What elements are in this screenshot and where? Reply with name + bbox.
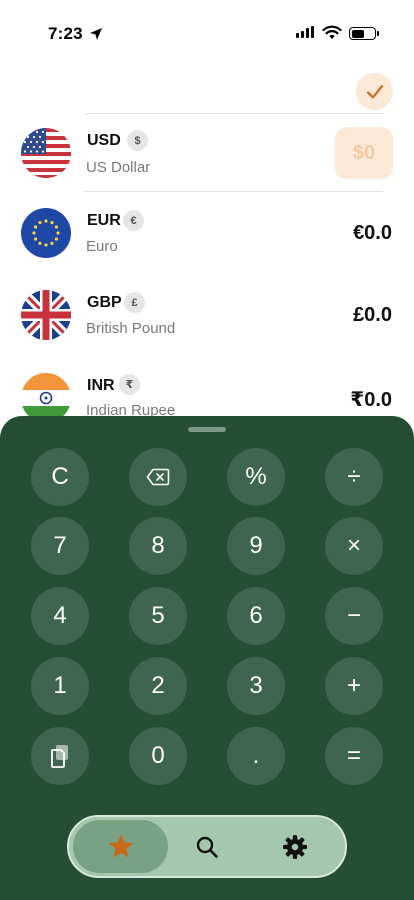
tab-bar xyxy=(67,815,347,878)
key-label: 6 xyxy=(249,602,263,629)
key-backspace[interactable] xyxy=(129,448,187,506)
tab-settings[interactable] xyxy=(267,820,323,873)
converter-screen: 7:23 USD $ US Dollar $0 EUR € Euro €0.0 … xyxy=(0,0,414,900)
key-divide[interactable]: ÷ xyxy=(325,448,383,506)
key-label: 7 xyxy=(53,532,67,559)
currency-amount: £0.0 xyxy=(353,304,392,326)
key-1[interactable]: 1 xyxy=(31,657,89,715)
currency-code: INR xyxy=(87,377,115,394)
key-label: 4 xyxy=(53,602,67,629)
currency-row-eur[interactable]: EUR € Euro €0.0 xyxy=(0,193,414,273)
currency-name: British Pound xyxy=(86,320,176,337)
cellular-signal-icon xyxy=(296,26,314,38)
star-icon xyxy=(108,834,133,858)
eu-flag-icon xyxy=(21,208,71,258)
key-label: . xyxy=(252,742,260,769)
key-minus[interactable]: − xyxy=(325,587,383,645)
battery-icon xyxy=(349,27,376,40)
key-6[interactable]: 6 xyxy=(227,587,285,645)
key-paste[interactable] xyxy=(31,727,89,785)
key-label: 2 xyxy=(151,672,165,699)
search-icon xyxy=(196,836,218,858)
status-time: 7:23 xyxy=(48,24,83,43)
key-5[interactable]: 5 xyxy=(129,587,187,645)
key-0[interactable]: 0 xyxy=(129,727,187,785)
currency-row-gbp[interactable]: GBP £ British Pound £0.0 xyxy=(0,275,414,355)
key-clear[interactable]: C xyxy=(31,448,89,506)
key-multiply[interactable]: × xyxy=(325,517,383,575)
drag-handle[interactable] xyxy=(188,427,226,432)
key-3[interactable]: 3 xyxy=(227,657,285,715)
currency-code: EUR xyxy=(87,212,121,229)
key-9[interactable]: 9 xyxy=(227,517,285,575)
key-label: − xyxy=(346,602,361,629)
currency-amount: €0.0 xyxy=(353,222,392,244)
key-decimal[interactable]: . xyxy=(227,727,285,785)
wifi-icon xyxy=(322,25,342,39)
key-2[interactable]: 2 xyxy=(129,657,187,715)
status-bar: 7:23 xyxy=(0,0,414,66)
key-label: 1 xyxy=(53,672,67,699)
key-label: 8 xyxy=(151,532,165,559)
key-label: 9 xyxy=(249,532,263,559)
location-arrow-icon xyxy=(90,28,102,40)
currency-amount: ₹0.0 xyxy=(350,389,392,411)
key-label: 5 xyxy=(151,602,165,629)
currency-code: USD xyxy=(87,132,121,149)
currency-symbol-badge: £ xyxy=(124,292,145,313)
currency-code: GBP xyxy=(87,294,122,311)
key-label: C xyxy=(51,463,69,490)
checkmark-icon xyxy=(366,84,383,99)
key-7[interactable]: 7 xyxy=(31,517,89,575)
active-amount-field[interactable]: $0 xyxy=(335,127,393,179)
clipboard-paste-icon xyxy=(51,745,68,768)
backspace-icon xyxy=(146,468,170,486)
battery-tip xyxy=(377,31,379,36)
us-flag-icon xyxy=(21,128,71,178)
tab-favorites[interactable] xyxy=(73,820,168,873)
key-plus[interactable]: + xyxy=(325,657,383,715)
key-label: ÷ xyxy=(347,463,361,490)
currency-symbol-badge: $ xyxy=(127,130,148,151)
key-label: = xyxy=(346,742,361,769)
currency-name: US Dollar xyxy=(86,159,151,176)
key-equals[interactable]: = xyxy=(325,727,383,785)
key-label: 3 xyxy=(249,672,263,699)
gear-icon xyxy=(283,834,307,859)
key-label: + xyxy=(346,672,361,699)
key-8[interactable]: 8 xyxy=(129,517,187,575)
currency-symbol-badge: ₹ xyxy=(119,374,140,395)
currency-amount: $0 xyxy=(352,141,376,164)
currency-name: Euro xyxy=(86,238,118,255)
confirm-button[interactable] xyxy=(356,73,393,110)
key-label: × xyxy=(346,532,361,559)
key-label: 0 xyxy=(151,742,165,769)
tab-search[interactable] xyxy=(179,820,235,873)
uk-flag-icon xyxy=(21,290,71,340)
currency-symbol-badge: € xyxy=(123,210,144,231)
key-percent[interactable]: % xyxy=(227,448,285,506)
key-4[interactable]: 4 xyxy=(31,587,89,645)
key-label: % xyxy=(245,463,267,490)
